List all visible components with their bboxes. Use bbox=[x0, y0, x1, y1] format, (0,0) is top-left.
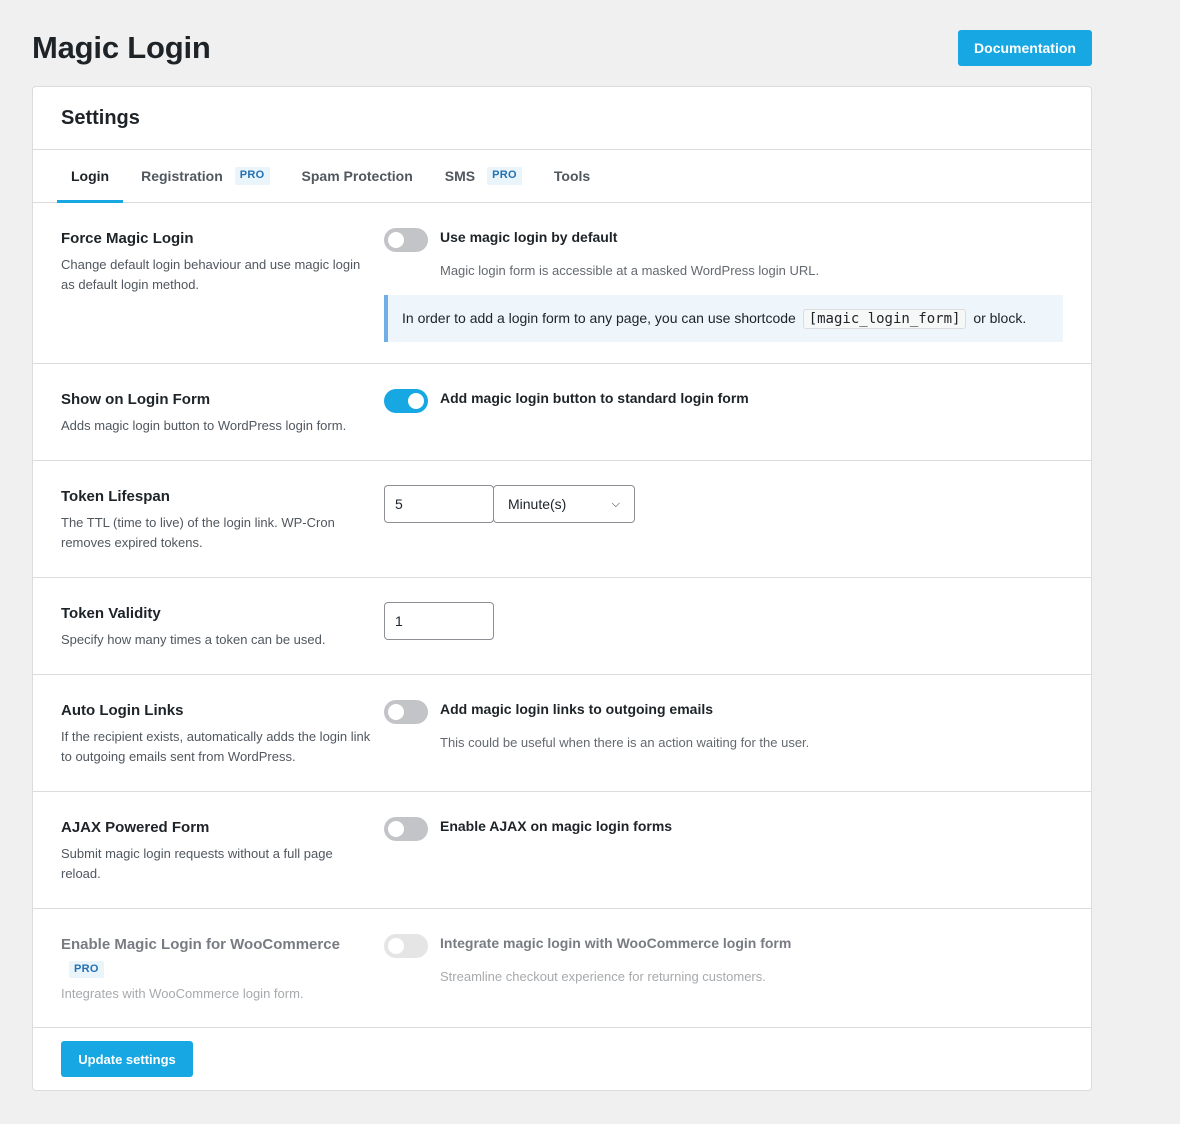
tab-label: Spam Protection bbox=[301, 168, 413, 184]
setting-label: Token Lifespan bbox=[61, 488, 170, 505]
notice-text: In order to add a login form to any page… bbox=[402, 310, 796, 326]
tab-label: SMS bbox=[444, 168, 476, 184]
setting-label: Token Validity bbox=[61, 605, 161, 622]
setting-description: The TTL (time to live) of the login link… bbox=[61, 515, 335, 550]
chevron-down-icon: ⌵ bbox=[611, 497, 620, 510]
setting-description: Submit magic login requests without a fu… bbox=[61, 846, 333, 881]
setting-label: Show on Login Form bbox=[61, 391, 211, 408]
setting-label: Auto Login Links bbox=[61, 702, 184, 719]
setting-row-woocommerce: Enable Magic Login for WooCommerce PRO I… bbox=[33, 909, 1091, 1028]
show-on-login-form-toggle[interactable] bbox=[384, 389, 428, 413]
setting-row-auto-login-links: Auto Login Links If the recipient exists… bbox=[33, 675, 1091, 792]
toggle-label: Add magic login links to outgoing emails bbox=[440, 701, 714, 717]
card-header: Settings bbox=[33, 87, 1091, 150]
toggle-label: Add magic login button to standard login… bbox=[440, 390, 749, 406]
setting-label: Enable Magic Login for WooCommerce bbox=[61, 936, 340, 953]
tab-label: Login bbox=[71, 168, 110, 184]
pro-badge: PRO bbox=[69, 961, 104, 979]
shortcode-notice: In order to add a login form to any page… bbox=[384, 295, 1063, 342]
setting-description: Change default login behaviour and use m… bbox=[61, 257, 361, 292]
ajax-form-toggle[interactable] bbox=[384, 817, 428, 841]
setting-row-show-on-login-form: Show on Login Form Adds magic login butt… bbox=[33, 364, 1091, 461]
force-magic-login-toggle[interactable] bbox=[384, 228, 428, 252]
card-footer: Update settings bbox=[33, 1028, 1091, 1077]
setting-description: Adds magic login button to WordPress log… bbox=[61, 418, 347, 433]
tab-label: Registration bbox=[141, 168, 223, 184]
documentation-button[interactable]: Documentation bbox=[958, 30, 1092, 66]
woocommerce-toggle bbox=[384, 934, 428, 958]
tab-spam-protection[interactable]: Spam Protection bbox=[288, 150, 427, 202]
tab-login[interactable]: Login bbox=[57, 150, 124, 203]
toggle-description: This could be useful when there is an ac… bbox=[440, 735, 810, 750]
tab-label: Tools bbox=[553, 168, 591, 184]
update-settings-button[interactable]: Update settings bbox=[61, 1041, 193, 1077]
setting-description: Specify how many times a token can be us… bbox=[61, 632, 326, 647]
notice-text-end: or block. bbox=[973, 310, 1027, 326]
tab-sms[interactable]: SMS PRO bbox=[431, 150, 536, 202]
toggle-description: Magic login form is accessible at a mask… bbox=[440, 263, 820, 278]
toggle-description: Streamline checkout experience for retur… bbox=[440, 969, 766, 984]
token-lifespan-unit-select[interactable]: Minute(s) ⌵ bbox=[493, 485, 635, 523]
toggle-label: Use magic login by default bbox=[440, 229, 618, 245]
tab-tools[interactable]: Tools bbox=[540, 150, 604, 202]
select-value: Minute(s) bbox=[508, 496, 567, 512]
settings-card: Settings Login Registration PRO Spam Pro… bbox=[32, 86, 1092, 1091]
pro-badge: PRO bbox=[487, 167, 522, 185]
auto-login-links-toggle[interactable] bbox=[384, 700, 428, 724]
setting-label: Force Magic Login bbox=[61, 230, 194, 247]
setting-row-force-magic-login: Force Magic Login Change default login b… bbox=[33, 203, 1091, 364]
setting-row-token-lifespan: Token Lifespan The TTL (time to live) of… bbox=[33, 461, 1091, 578]
toggle-label: Integrate magic login with WooCommerce l… bbox=[440, 935, 792, 951]
setting-description: Integrates with WooCommerce login form. bbox=[61, 986, 304, 1002]
tab-bar: Login Registration PRO Spam Protection S… bbox=[33, 150, 1091, 203]
setting-row-ajax-form: AJAX Powered Form Submit magic login req… bbox=[33, 792, 1091, 909]
setting-row-token-validity: Token Validity Specify how many times a … bbox=[33, 578, 1091, 675]
toggle-label: Enable AJAX on magic login forms bbox=[440, 818, 673, 834]
setting-description: If the recipient exists, automatically a… bbox=[61, 729, 371, 764]
token-validity-input[interactable] bbox=[384, 602, 494, 640]
setting-label: AJAX Powered Form bbox=[61, 819, 210, 836]
pro-badge: PRO bbox=[234, 167, 270, 185]
shortcode-code: [magic_login_form] bbox=[802, 309, 967, 329]
page-title: Magic Login bbox=[32, 30, 211, 65]
tab-registration[interactable]: Registration PRO bbox=[127, 150, 283, 202]
card-title: Settings bbox=[61, 106, 140, 129]
token-lifespan-input[interactable] bbox=[384, 485, 494, 523]
